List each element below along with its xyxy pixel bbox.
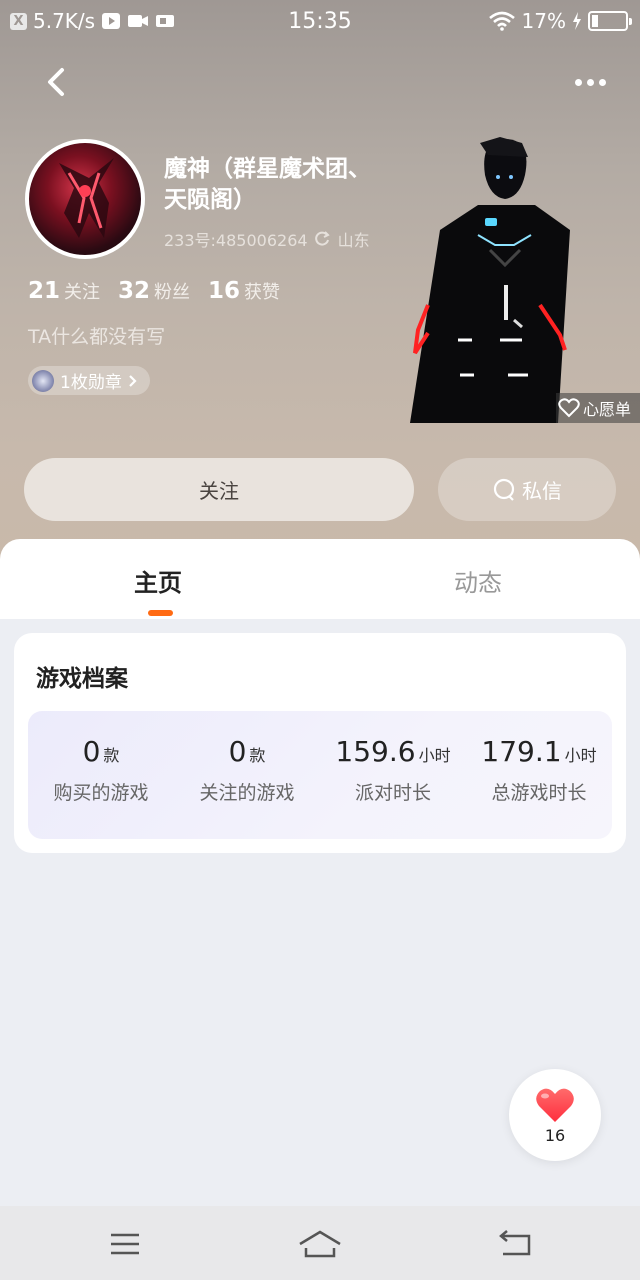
stat-label: 关注的游戏 [199,782,295,804]
stat-unit: 小时 [564,746,597,765]
social-stats: 21 关注 32 粉丝 16 获赞 [28,278,294,304]
wishlist-label: 心愿单 [583,400,632,419]
stat-value: 179.1 [481,735,562,768]
more-dot-icon [574,78,582,86]
character-figure-icon [410,137,570,423]
stat-unit: 款 [249,746,266,765]
medal-icon [32,369,54,392]
stat-unit: 小时 [418,746,451,765]
game-stats-box: 0款 购买的游戏 0款 关注的游戏 159.6 小时 派对时长 179.1 小时 总… [28,711,612,839]
stat-label: 购买的游戏 [53,782,149,804]
battery-icon [588,11,632,31]
back-button[interactable] [38,62,78,102]
system-navigation-bar [0,1206,640,1280]
wifi-icon [488,11,515,31]
battery-percent: 17% [521,9,566,33]
medal-label: 1枚勋章 [60,373,122,393]
uid-row: 233号:485006264 山东 [164,227,370,251]
tab-active-indicator [148,610,173,616]
avatar[interactable] [25,139,145,259]
uid-text: 233号:485006264 [164,231,308,250]
home-icon [299,1230,341,1258]
bio-text: TA什么都没有写 [28,326,166,348]
chevron-left-icon [48,68,64,96]
status-bar: X 5.7K/s 15:35 17% [0,0,640,44]
fans-count[interactable]: 32 [118,278,150,304]
stat-unit: 款 [103,746,120,765]
heart-outline-icon [558,398,580,418]
stat-party-duration[interactable]: 159.6 小时 派对时长 [320,735,466,805]
charging-icon [573,12,581,30]
status-right: 17% [488,9,632,33]
more-options-button[interactable] [570,70,610,94]
return-icon [499,1230,531,1256]
like-button[interactable]: 16 [509,1069,601,1161]
menu-button[interactable] [101,1226,149,1262]
follow-button[interactable]: 关注 [24,458,414,521]
copy-icon[interactable] [314,230,332,248]
fans-label[interactable]: 粉丝 [154,278,190,304]
likes-count: 16 [208,278,241,304]
tab-bar: 主页 动态 [0,539,640,619]
tab-feed[interactable]: 动态 [454,563,502,598]
location-text: 山东 [337,231,370,250]
following-label[interactable]: 关注 [64,278,100,304]
menu-icon [111,1233,139,1255]
chevron-right-icon [129,374,137,387]
profile-name: 魔神（群星魔术团、 天陨阁） [164,154,404,216]
profile-name-line1: 魔神（群星魔术团、 [164,156,371,182]
like-count: 16 [544,1126,566,1145]
wishlist-button[interactable]: 心愿单 [556,393,640,423]
message-label: 私信 [522,479,562,503]
avatar-art-icon [59,158,114,238]
stat-value: 159.6 [335,735,416,768]
chat-bubble-icon [493,478,515,501]
more-dot-icon [586,78,594,86]
medal-button[interactable]: 1枚勋章 [28,366,150,395]
stat-value: 0 [82,735,101,768]
tab-home[interactable]: 主页 [134,563,182,598]
profile-name-line2: 天陨阁） [164,187,256,213]
more-dot-icon [598,78,606,86]
message-button[interactable]: 私信 [438,458,616,521]
stat-total-play-time[interactable]: 179.1 小时 总游戏时长 [466,735,612,805]
game-profile-title: 游戏档案 [36,666,128,692]
back-system-button[interactable] [491,1226,539,1262]
stat-label: 总游戏时长 [491,782,587,804]
likes-label: 获赞 [244,282,281,303]
game-profile-card: 游戏档案 0款 购买的游戏 0款 关注的游戏 159.6 小时 派对时长 179.… [14,633,626,853]
stat-followed-games[interactable]: 0款 关注的游戏 [174,735,320,805]
home-button[interactable] [296,1226,344,1262]
avatar-character-figure[interactable] [410,135,640,425]
following-count[interactable]: 21 [28,278,60,304]
stat-purchased-games[interactable]: 0款 购买的游戏 [28,735,174,805]
stat-value: 0 [228,735,247,768]
stat-label: 派对时长 [354,782,431,804]
